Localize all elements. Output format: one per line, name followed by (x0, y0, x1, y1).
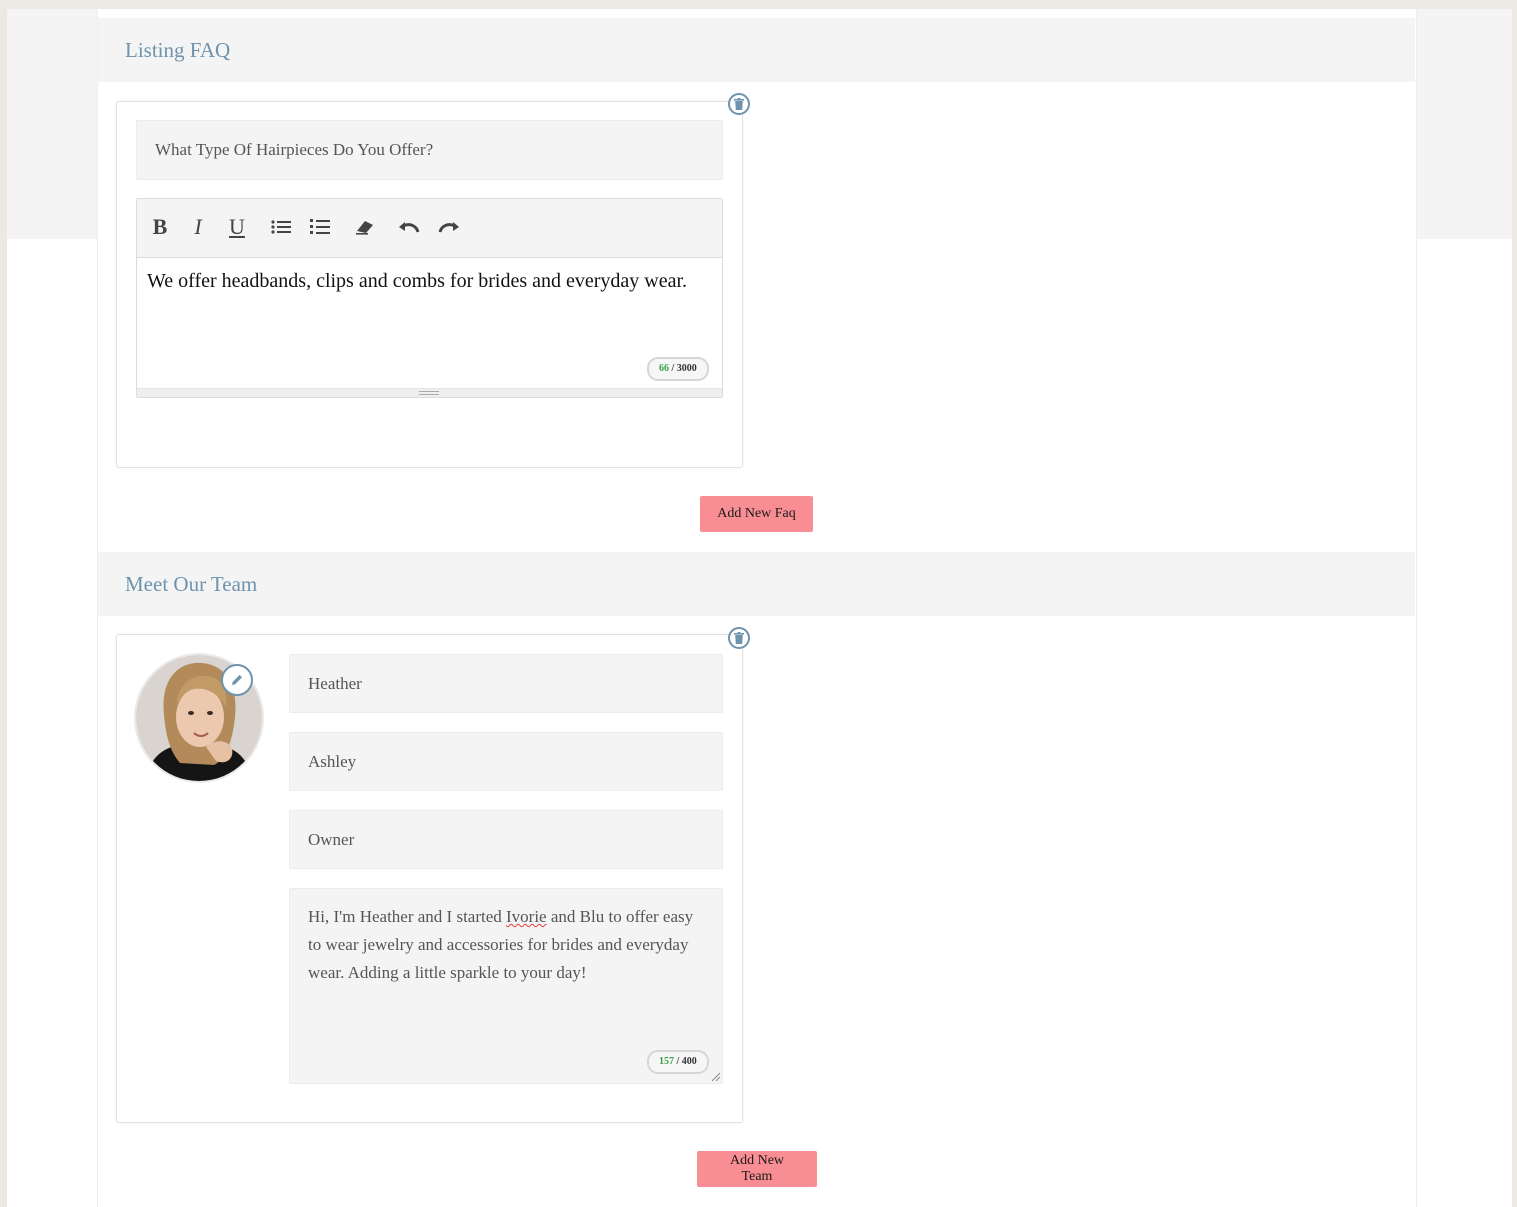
italic-label: I (194, 214, 202, 239)
bio-counter-max: / 400 (676, 1056, 697, 1067)
bio-counter-used: 157 (659, 1056, 674, 1067)
delete-faq-button[interactable] (728, 93, 750, 115)
faq-section-title: Listing FAQ (125, 38, 231, 62)
bio-text-start: Hi, I'm Heather and I started (308, 907, 507, 926)
bold-button[interactable]: B (147, 213, 173, 241)
first-name-input[interactable]: Heather (289, 654, 723, 713)
numbered-list-button[interactable] (307, 213, 333, 241)
bio-char-counter: 157 / 400 (647, 1050, 709, 1074)
last-name-input[interactable]: Ashley (289, 732, 723, 791)
team-section-header: Meet Our Team (98, 552, 1415, 616)
faq-counter-used: 66 (659, 363, 669, 374)
trash-icon (734, 632, 744, 644)
grip-icon (419, 391, 439, 395)
role-input[interactable]: Owner (289, 810, 723, 869)
faq-question-text: What Type Of Hairpieces Do You Offer? (155, 140, 434, 159)
resize-grip-icon[interactable] (710, 1071, 721, 1082)
redo-button[interactable] (436, 213, 462, 241)
add-team-button[interactable]: Add New Team (697, 1151, 817, 1187)
trash-icon (734, 98, 744, 110)
pencil-icon (232, 675, 242, 685)
bio-misspelled-word: Ivorie (506, 907, 547, 926)
add-faq-button[interactable]: Add New Faq (700, 496, 813, 532)
clear-format-button[interactable] (352, 213, 378, 241)
numbered-list-icon (310, 219, 330, 234)
role-value: Owner (308, 829, 355, 849)
editor-toolbar: B I U (137, 199, 722, 258)
eraser-icon (356, 221, 373, 235)
team-section-title: Meet Our Team (125, 572, 258, 596)
bold-label: B (152, 214, 168, 239)
faq-char-counter: 66 / 3000 (647, 357, 709, 381)
faq-section-header: Listing FAQ (98, 18, 1415, 82)
delete-team-button[interactable] (728, 627, 750, 649)
italic-button[interactable]: I (185, 213, 211, 241)
edit-photo-button[interactable] (221, 664, 253, 696)
redo-icon (438, 222, 459, 233)
undo-button[interactable] (396, 213, 422, 241)
faq-question-input[interactable]: What Type Of Hairpieces Do You Offer? (136, 120, 723, 180)
faq-answer-text: We offer headbands, clips and combs for … (147, 270, 688, 292)
underline-label: U (229, 214, 245, 239)
bullet-list-button[interactable] (268, 213, 294, 241)
underline-button[interactable]: U (224, 213, 250, 241)
faq-counter-max: / 3000 (671, 363, 697, 374)
faq-answer-editor[interactable]: B I U We offer headbands, clips and comb… (136, 198, 723, 398)
undo-icon (399, 222, 420, 233)
bullet-list-icon (271, 220, 291, 234)
editor-resize-handle[interactable] (137, 388, 722, 397)
first-name-value: Heather (308, 673, 362, 693)
last-name-value: Ashley (308, 751, 357, 771)
